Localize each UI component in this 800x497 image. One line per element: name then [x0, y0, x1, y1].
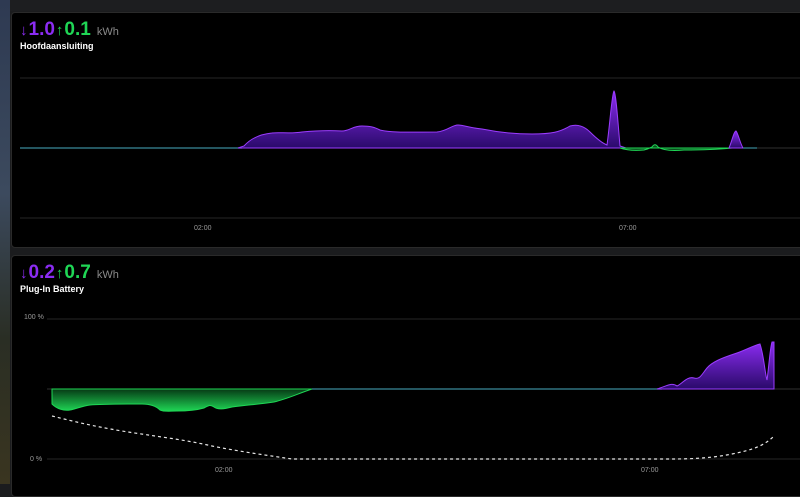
energy-card-battery[interactable]: ↓ 0.2 ↑ 0.7 kWh Plug-In Battery 100 % 0 … [11, 255, 800, 497]
background-strip [0, 0, 10, 484]
y-tick: 0 % [30, 456, 42, 463]
energy-chart[interactable]: 02:00 07:00 [12, 13, 800, 247]
x-tick: 02:00 [194, 225, 212, 232]
top-bar [0, 0, 800, 11]
x-tick: 02:00 [215, 467, 233, 474]
export-area [51, 388, 313, 412]
x-tick: 07:00 [641, 467, 659, 474]
import-area [656, 341, 775, 390]
y-tick: 100 % [24, 314, 44, 321]
import-spike [728, 130, 744, 149]
energy-card-main[interactable]: ↓ 1.0 ↑ 0.1 kWh Hoofdaansluiting 02:00 0… [11, 12, 800, 248]
x-tick: 07:00 [619, 225, 637, 232]
soc-line [51, 415, 775, 460]
import-area [237, 90, 627, 149]
export-area [619, 144, 733, 152]
battery-chart[interactable]: 100 % 0 % 02:00 07:00 [12, 256, 800, 486]
